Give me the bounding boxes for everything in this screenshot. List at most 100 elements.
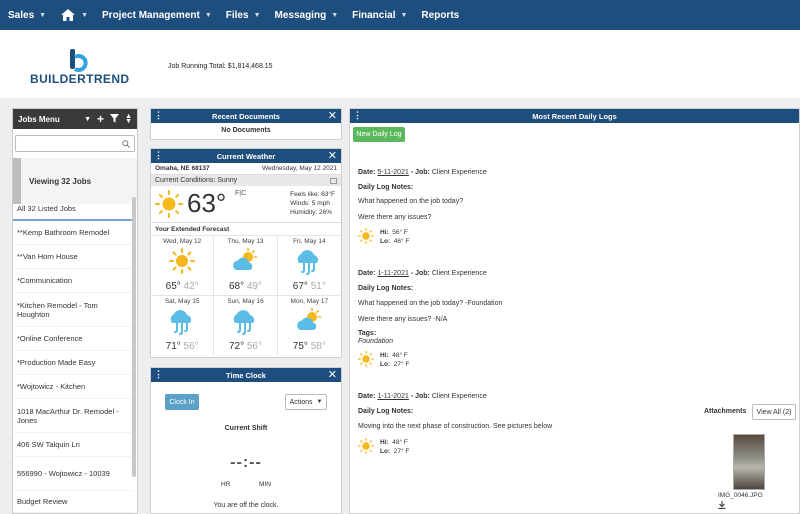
drag-handle-icon[interactable]: ⋮	[353, 110, 362, 121]
temperature-unit-toggle[interactable]: F|C	[235, 190, 246, 197]
lo-value: 27° F	[393, 448, 410, 455]
expand-icon[interactable]	[330, 178, 337, 184]
time-clock-title: Time Clock	[226, 370, 266, 380]
close-icon[interactable]: ✕	[328, 149, 337, 163]
drag-handle-icon[interactable]: ⋮	[154, 110, 163, 121]
job-item-all[interactable]: All 32 Listed Jobs	[13, 197, 133, 221]
nav-messaging[interactable]: Messaging ▼	[275, 10, 339, 21]
log-job-name: Client Experience	[431, 270, 487, 277]
nav-reports[interactable]: Reports	[421, 10, 459, 21]
forecast-day: Sun, May 16 72° 56°	[214, 295, 278, 355]
forecast-day: Wed, May 12 65° 42°	[151, 235, 215, 295]
hi-label: Hi:	[380, 229, 389, 236]
forecast-high: 71°	[165, 341, 181, 352]
job-item[interactable]: *Kitchen Remodel - Tom Houghton	[13, 293, 133, 327]
log-date-link[interactable]: 1-11-2021	[377, 270, 408, 277]
weather-date: Wednesday, May 12 2021	[262, 165, 337, 172]
attachment-thumbnail[interactable]	[733, 434, 765, 490]
log-date-link[interactable]: 5-11-2021	[377, 169, 408, 176]
hi-value: 56° F	[392, 229, 408, 236]
forecast-low: 56°	[183, 341, 199, 352]
nav-financial[interactable]: Financial ▼	[352, 10, 407, 21]
job-item[interactable]: **Van Horn House	[13, 245, 133, 269]
forecast-low: 49°	[246, 281, 262, 292]
sun-icon	[358, 438, 374, 454]
actions-dropdown[interactable]: Actions ▼	[285, 394, 327, 410]
sun-icon	[155, 190, 183, 218]
chevron-down-icon: ▼	[81, 11, 89, 19]
jobs-menu-title: Jobs Menu	[18, 114, 60, 124]
recent-documents-title: Recent Documents	[212, 111, 280, 121]
download-icon[interactable]	[718, 501, 726, 509]
date-label: Date:	[358, 169, 376, 176]
close-icon[interactable]: ✕	[328, 109, 337, 123]
nav-project-management-label: Project Management	[102, 9, 200, 21]
top-nav: Sales ▼ ▼ Project Management ▼ Files ▼ Mess…	[0, 0, 800, 30]
log-tag: Foundation	[358, 338, 394, 345]
daily-logs-header: ⋮ Most Recent Daily Logs	[350, 109, 799, 123]
nav-sales[interactable]: Sales ▼	[8, 10, 46, 21]
current-weather-header: ⋮ Current Weather ✕	[151, 149, 341, 163]
current-weather-title: Current Weather	[216, 151, 276, 161]
sort-icon[interactable]: ▲ ▼	[125, 113, 132, 125]
clock-in-button[interactable]: Clock In	[165, 394, 199, 410]
job-item[interactable]: Budget Review	[13, 491, 133, 513]
job-item[interactable]: *Communication	[13, 269, 133, 293]
date-label: Date:	[358, 393, 376, 400]
forecast-high: 75°	[292, 341, 308, 352]
job-item[interactable]: 406 SW Talquin Ln	[13, 433, 133, 457]
log-notes-label: Daily Log Notes:	[358, 184, 414, 191]
partly-cloudy-icon	[297, 307, 322, 330]
job-item[interactable]: *Online Conference	[13, 327, 133, 351]
log-notes-label: Daily Log Notes:	[358, 408, 414, 415]
clock-status: You are off the clock.	[213, 502, 279, 509]
daily-logs-title: Most Recent Daily Logs	[532, 111, 617, 121]
lo-value: 27° F	[393, 361, 410, 368]
nav-home[interactable]: ▼	[60, 8, 88, 22]
forecast-hi-lo: 67° 51°	[278, 281, 341, 292]
weather-location-row: Omaha, NE 68137 Wednesday, May 12 2021	[151, 163, 341, 175]
minutes-label: MIN	[259, 481, 271, 488]
nav-project-management[interactable]: Project Management ▼	[102, 10, 212, 21]
attachments-label: Attachments	[704, 408, 747, 415]
wind-icon	[298, 250, 319, 275]
nav-files[interactable]: Files ▼	[226, 10, 261, 21]
current-conditions-text: Current Conditions: Sunny	[155, 177, 238, 184]
nav-files-label: Files	[225, 9, 249, 21]
job-item[interactable]: 1018 MacArthur Dr. Remodel - Jones	[13, 399, 133, 433]
attachment-filename: IMG_0046.JPG	[718, 492, 763, 499]
chevron-down-icon[interactable]: ▼	[84, 116, 91, 123]
close-icon[interactable]: ✕	[328, 368, 337, 382]
add-icon[interactable]: +	[97, 112, 104, 126]
humidity: Humidity: 26%	[290, 209, 333, 216]
buildertrend-logo-icon	[70, 49, 88, 72]
filter-icon[interactable]	[110, 113, 120, 125]
drag-handle-icon[interactable]: ⋮	[154, 369, 163, 380]
nav-messaging-label: Messaging	[274, 9, 327, 21]
forecast-hi-lo: 72° 56°	[214, 341, 276, 352]
job-item[interactable]: *Wojtowicz - Kitchen	[13, 375, 133, 399]
log-date-link[interactable]: 1-11-2021	[377, 393, 408, 400]
date-label: Date:	[358, 270, 376, 277]
view-all-attachments-button[interactable]: View All (2)	[752, 404, 796, 420]
forecast-day: Thu, May 13 68° 49°	[214, 235, 278, 295]
chevron-down-icon: ▼	[39, 11, 47, 19]
log-weather: Hi: 48° F Lo: 27° F	[380, 351, 409, 369]
weather-details: Feels like: 63°F Winds: 5 mph Humidity: …	[290, 190, 335, 217]
forecast-day-label: Fri, May 14	[293, 238, 326, 245]
partly-cloudy-icon	[233, 247, 258, 270]
current-weather-now: 63° F|C Feels like: 63°F Winds: 5 mph Hu…	[151, 186, 341, 222]
new-daily-log-button[interactable]: New Daily Log	[353, 127, 405, 142]
job-item[interactable]: **Kemp Bathroom Remodel	[13, 221, 133, 245]
forecast-high: 67°	[292, 281, 308, 292]
jobs-search-input[interactable]	[15, 135, 135, 152]
drag-handle-icon[interactable]: ⋮	[154, 150, 163, 161]
lo-label: Lo:	[380, 448, 391, 455]
job-item[interactable]: *Production Made Easy	[13, 351, 133, 375]
caret-down-icon: ▼	[316, 399, 323, 405]
home-icon	[61, 9, 76, 21]
job-item[interactable]: 556990 - Wojtowicz - 10039	[13, 457, 133, 491]
jobs-scrollbar[interactable]	[132, 197, 136, 477]
current-conditions: Current Conditions: Sunny	[151, 175, 341, 186]
nav-reports-label: Reports	[421, 9, 460, 21]
